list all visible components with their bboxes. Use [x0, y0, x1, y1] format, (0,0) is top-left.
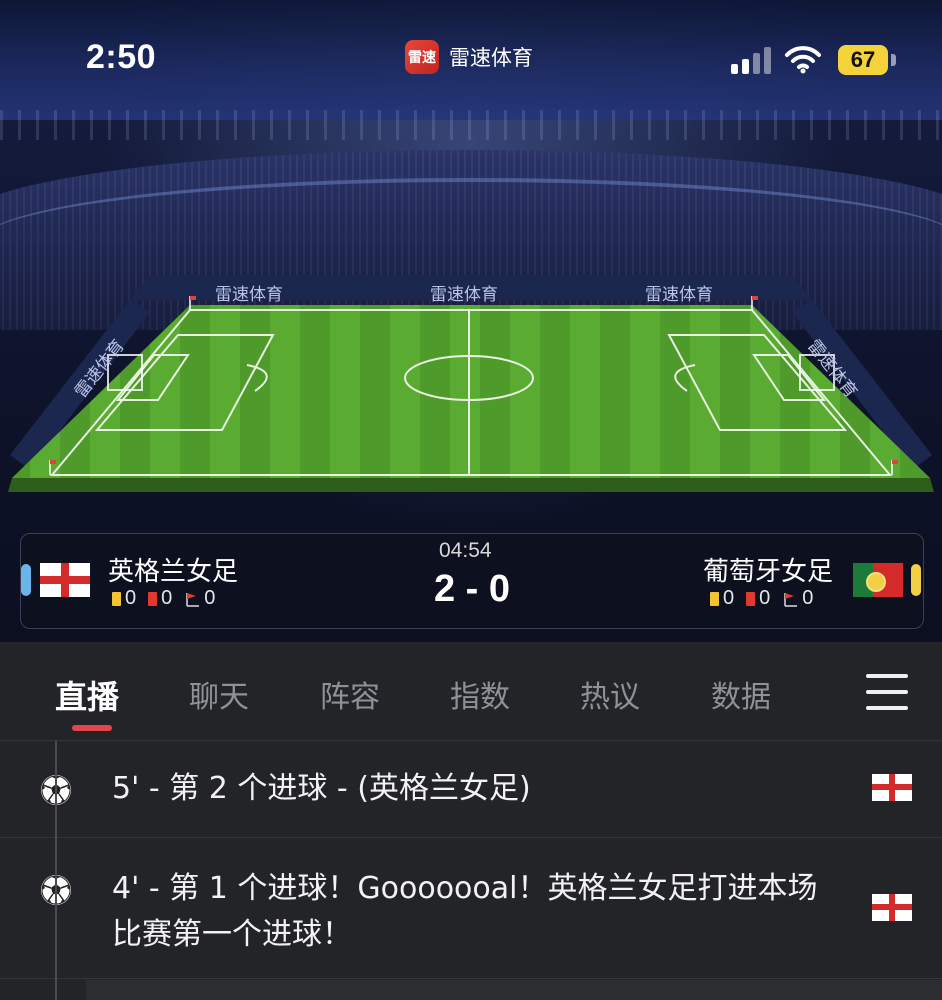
timeline-line [55, 741, 57, 1000]
home-yellow-count: 0 [125, 587, 137, 609]
ad-board-text-1: 雷速体育 [215, 285, 283, 305]
home-flag-icon [40, 563, 90, 597]
away-stats: 0 0 0 [710, 587, 813, 610]
ad-board-text-2: 雷速体育 [430, 285, 498, 305]
tab-stats[interactable]: 数据 [711, 672, 771, 716]
match-clock: 04:54 [439, 539, 492, 562]
yellow-card-icon [112, 591, 121, 606]
battery-tip [891, 54, 896, 66]
active-tab-indicator [72, 725, 112, 731]
event-text: 5' - 第 2 个进球 - (英格兰女足) [112, 771, 531, 806]
corner-flag-icon [784, 592, 798, 607]
match-score: 2 - 0 [433, 568, 511, 610]
menu-icon[interactable] [866, 674, 908, 710]
event-text: 4' - 第 1 个进球！Gooooooal！英格兰女足打进本场比赛第一个进球！ [112, 871, 818, 952]
list-item[interactable]: 5' - 第 2 个进球 - (英格兰女足) [0, 741, 942, 838]
status-time: 2:50 [86, 38, 157, 76]
away-flag-emblem [866, 572, 886, 592]
team-flag-icon [872, 774, 912, 801]
tab-live[interactable]: 直播 [55, 672, 119, 718]
red-card-icon [148, 591, 158, 606]
home-accent-bar [21, 564, 31, 596]
home-stats: 0 0 0 [112, 587, 215, 610]
home-team-name[interactable]: 英格兰女足 [108, 551, 238, 588]
next-event-placeholder [86, 980, 942, 1000]
away-team-name[interactable]: 葡萄牙女足 [703, 551, 833, 588]
away-accent-bar [911, 564, 921, 596]
tab-lineup[interactable]: 阵容 [320, 672, 380, 716]
cellular-signal-icon [731, 46, 771, 74]
app-name: 雷速体育 [449, 46, 533, 70]
home-red-count: 0 [161, 587, 173, 609]
corner-flag-icon [186, 592, 200, 607]
app-logo-icon: 雷速 [405, 40, 439, 74]
home-corner-count: 0 [204, 587, 216, 609]
away-red-count: 0 [759, 587, 771, 609]
tab-discussion[interactable]: 热议 [580, 672, 640, 716]
tab-odds[interactable]: 指数 [450, 672, 510, 716]
tab-chat[interactable]: 聊天 [189, 672, 249, 716]
ad-board-text-3: 雷速体育 [645, 285, 713, 305]
away-yellow-count: 0 [723, 587, 735, 609]
away-corner-count: 0 [802, 587, 814, 609]
wifi-icon [785, 46, 821, 74]
list-item[interactable]: 4' - 第 1 个进球！Gooooooal！英格兰女足打进本场比赛第一个进球！ [0, 838, 942, 979]
red-card-icon [746, 591, 756, 606]
team-flag-icon [872, 894, 912, 921]
yellow-card-icon [710, 591, 719, 606]
battery-icon: 67 [838, 45, 888, 75]
app-title: 雷速 雷速体育 [405, 38, 533, 76]
